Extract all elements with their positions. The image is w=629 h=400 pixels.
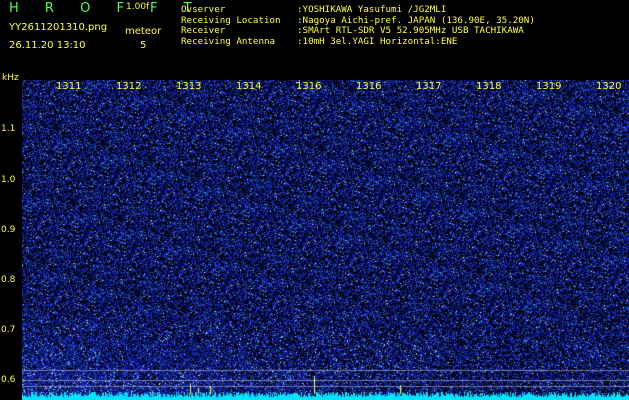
x-tick-label: 1314 bbox=[236, 81, 262, 92]
event-type-label: meteor bbox=[125, 26, 162, 37]
x-tick-label: 1313 bbox=[176, 81, 202, 92]
station-info: Ovserver :YOSHIKAWA Yasufumi /JG2MLI Rec… bbox=[181, 4, 535, 48]
y-tick-label: 1.0 bbox=[1, 175, 16, 185]
info-key: Receiver bbox=[181, 25, 226, 36]
image-filename: YY2611201310.png bbox=[9, 22, 108, 33]
app-version: 1.00f bbox=[126, 2, 150, 12]
y-axis-unit: kHz bbox=[2, 73, 19, 83]
x-tick-label: 1320 bbox=[596, 81, 622, 92]
info-key: Receiving Antenna bbox=[181, 35, 276, 47]
info-value: :SMArt RTL-SDR V5 52.905MHz USB TACHIKAW… bbox=[297, 25, 524, 36]
spectrogram-screen: H R O F F T 1.00f YY2611201310.png 26.11… bbox=[0, 0, 629, 400]
y-tick-label: 0.6 bbox=[1, 375, 16, 385]
x-tick-label: 1312 bbox=[116, 81, 142, 92]
info-row-observer: Ovserver :YOSHIKAWA Yasufumi /JG2MLI bbox=[181, 4, 535, 16]
x-tick-label: 1319 bbox=[536, 81, 562, 92]
info-key: Ovserver bbox=[181, 4, 226, 15]
waterfall-plot bbox=[22, 80, 629, 400]
capture-datetime: 26.11.20 13:10 bbox=[9, 40, 86, 51]
info-value: :10mH 3el.YAGI Horizontal:ENE bbox=[297, 35, 458, 47]
info-row-receiver: Receiver :SMArt RTL-SDR V5 52.905MHz USB… bbox=[181, 25, 535, 37]
info-row-antenna: Receiving Antenna :10mH 3el.YAGI Horizon… bbox=[181, 35, 535, 48]
x-tick-label: 1317 bbox=[416, 81, 442, 92]
y-tick-label: 0.9 bbox=[1, 225, 16, 235]
x-tick-label: 1316 bbox=[296, 81, 322, 92]
y-tick-label: 1.1 bbox=[1, 124, 16, 134]
x-tick-label: 1318 bbox=[476, 81, 502, 92]
y-tick-label: 0.8 bbox=[1, 275, 16, 285]
x-tick-label: 1316 bbox=[356, 81, 382, 92]
app-brand: H R O F F T bbox=[9, 1, 203, 16]
y-tick-label: 0.7 bbox=[1, 325, 16, 335]
x-tick-label: 1311 bbox=[56, 81, 82, 92]
info-value: :YOSHIKAWA Yasufumi /JG2MLI bbox=[297, 4, 447, 15]
event-count: 5 bbox=[140, 40, 147, 51]
